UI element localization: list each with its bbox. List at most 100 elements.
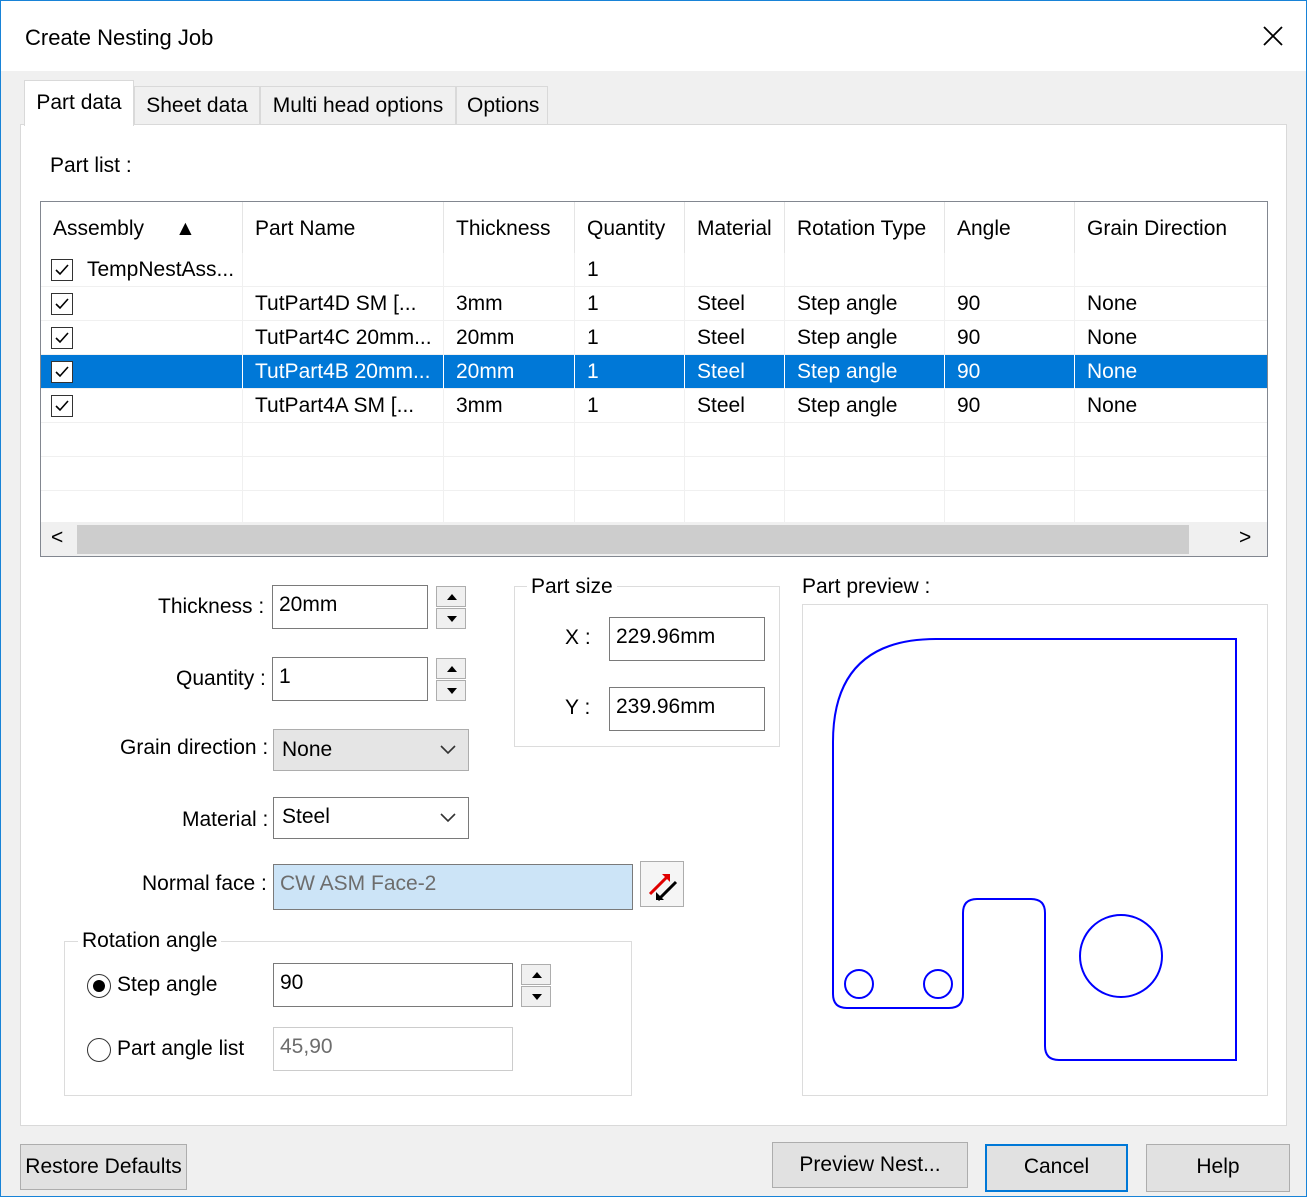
- flip-normal-button[interactable]: [640, 861, 684, 907]
- arrow-down-icon: [447, 688, 457, 694]
- stepper-down-button[interactable]: [436, 680, 466, 701]
- material-select[interactable]: Steel: [273, 797, 469, 839]
- step-angle-input[interactable]: 90: [273, 963, 513, 1007]
- part-angle-list-label[interactable]: Part angle list: [117, 1037, 244, 1061]
- cell-thickness: 3mm: [444, 287, 575, 321]
- table-row-selected[interactable]: TutPart4B 20mm... 20mm 1 Steel Step angl…: [41, 355, 1267, 389]
- size-y-field[interactable]: 239.96mm: [609, 687, 765, 731]
- column-header-quantity[interactable]: Quantity: [575, 202, 685, 258]
- cell-angle: 90: [945, 321, 1075, 355]
- size-x-field[interactable]: 229.96mm: [609, 617, 765, 661]
- cell-part-name: [243, 253, 444, 287]
- cell-part-name: TutPart4C 20mm...: [243, 321, 444, 355]
- scrollbar-thumb[interactable]: [77, 525, 1189, 554]
- tab-options[interactable]: Options: [456, 86, 548, 124]
- tab-multi-head-options[interactable]: Multi head options: [260, 86, 456, 124]
- checkmark-icon: [55, 332, 69, 344]
- stepper-up-button[interactable]: [436, 658, 466, 679]
- row-checkbox[interactable]: [51, 327, 73, 349]
- title-bar: Create Nesting Job: [1, 1, 1306, 71]
- rotation-angle-title: Rotation angle: [78, 929, 222, 953]
- table-row[interactable]: TutPart4A SM [... 3mm 1 Steel Step angle…: [41, 389, 1267, 423]
- grain-direction-select[interactable]: None: [273, 729, 469, 771]
- cell-material: Steel: [685, 389, 785, 423]
- arrow-down-icon: [532, 994, 542, 1000]
- checkmark-icon: [55, 264, 69, 276]
- checkmark-icon: [55, 400, 69, 412]
- preview-nest-button[interactable]: Preview Nest...: [772, 1142, 968, 1188]
- stepper-up-button[interactable]: [521, 964, 551, 985]
- horizontal-scrollbar[interactable]: < >: [41, 523, 1267, 556]
- column-header-rotation-type[interactable]: Rotation Type: [785, 202, 945, 258]
- stepper-down-button[interactable]: [521, 986, 551, 1007]
- row-checkbox[interactable]: [51, 395, 73, 417]
- step-angle-label[interactable]: Step angle: [117, 973, 217, 997]
- cell-quantity: 1: [575, 253, 685, 287]
- quantity-input[interactable]: 1: [272, 657, 428, 701]
- cell-assembly: [77, 355, 243, 389]
- part-list-label: Part list :: [50, 154, 132, 177]
- cell-thickness: 20mm: [444, 355, 575, 389]
- cell-part-name: TutPart4D SM [...: [243, 287, 444, 321]
- thickness-input[interactable]: 20mm: [272, 585, 428, 629]
- restore-defaults-button[interactable]: Restore Defaults: [20, 1144, 187, 1190]
- cell-material: [685, 253, 785, 287]
- quantity-stepper[interactable]: [436, 658, 466, 702]
- close-button[interactable]: [1244, 1, 1306, 71]
- step-angle-radio[interactable]: [87, 974, 111, 998]
- empty-row: [41, 491, 1267, 525]
- scroll-right-icon[interactable]: >: [1239, 526, 1251, 550]
- row-checkbox[interactable]: [51, 293, 73, 315]
- cell-material: Steel: [685, 355, 785, 389]
- cell-rotation-type: Step angle: [785, 287, 945, 321]
- sort-ascending-icon: ▲: [175, 217, 196, 240]
- cell-angle: 90: [945, 287, 1075, 321]
- scroll-left-icon[interactable]: <: [51, 526, 63, 550]
- table-row[interactable]: TutPart4C 20mm... 20mm 1 Steel Step angl…: [41, 321, 1267, 355]
- column-header-angle[interactable]: Angle: [945, 202, 1075, 258]
- tab-sheet-data[interactable]: Sheet data: [134, 86, 260, 124]
- tab-part-data[interactable]: Part data: [24, 80, 134, 126]
- flip-direction-icon: [648, 874, 678, 902]
- cell-rotation-type: [785, 253, 945, 287]
- cell-grain-direction: None: [1087, 326, 1138, 349]
- checkmark-icon: [55, 366, 69, 378]
- cell-angle: 90: [945, 355, 1075, 389]
- cell-thickness: 3mm: [444, 389, 575, 423]
- part-angle-list-input[interactable]: 45,90: [273, 1027, 513, 1071]
- cell-angle: [945, 253, 1075, 287]
- stepper-up-button[interactable]: [436, 586, 466, 607]
- arrow-up-icon: [447, 594, 457, 600]
- help-button[interactable]: Help: [1146, 1144, 1290, 1192]
- cell-thickness: [444, 253, 575, 287]
- part-list[interactable]: Assembly ▲ Part Name Thickness Quantity …: [40, 201, 1268, 557]
- row-checkbox[interactable]: [51, 259, 73, 281]
- part-angle-list-radio[interactable]: [87, 1038, 111, 1062]
- arrow-up-icon: [447, 666, 457, 672]
- table-row[interactable]: TempNestAss... 1: [41, 253, 1267, 287]
- cell-grain-direction: [1075, 253, 1267, 287]
- cell-angle: 90: [945, 389, 1075, 423]
- cell-grain-direction: None: [1087, 292, 1138, 315]
- column-header-part-name[interactable]: Part Name: [243, 202, 444, 258]
- column-header-material[interactable]: Material: [685, 202, 785, 258]
- cell-quantity: 1: [575, 287, 685, 321]
- empty-row: [41, 457, 1267, 491]
- column-header-grain-direction[interactable]: Grain Direction: [1075, 202, 1267, 258]
- cancel-button[interactable]: Cancel: [985, 1144, 1128, 1192]
- cell-grain-direction: None: [1087, 360, 1138, 383]
- cell-material: Steel: [685, 321, 785, 355]
- row-checkbox[interactable]: [51, 361, 73, 383]
- column-header-thickness[interactable]: Thickness: [444, 202, 575, 258]
- table-row[interactable]: TutPart4D SM [... 3mm 1 Steel Step angle…: [41, 287, 1267, 321]
- column-header-assembly[interactable]: Assembly ▲: [41, 202, 243, 258]
- thickness-stepper[interactable]: [436, 586, 466, 630]
- normal-face-selection-box[interactable]: CW ASM Face-2: [273, 864, 633, 910]
- close-icon: [1263, 26, 1283, 46]
- stepper-down-button[interactable]: [436, 608, 466, 629]
- part-preview-label: Part preview :: [802, 575, 931, 598]
- cell-material: Steel: [685, 287, 785, 321]
- step-angle-stepper[interactable]: [521, 964, 551, 1008]
- size-y-label: Y :: [565, 696, 591, 719]
- cell-part-name: TutPart4B 20mm...: [243, 355, 444, 389]
